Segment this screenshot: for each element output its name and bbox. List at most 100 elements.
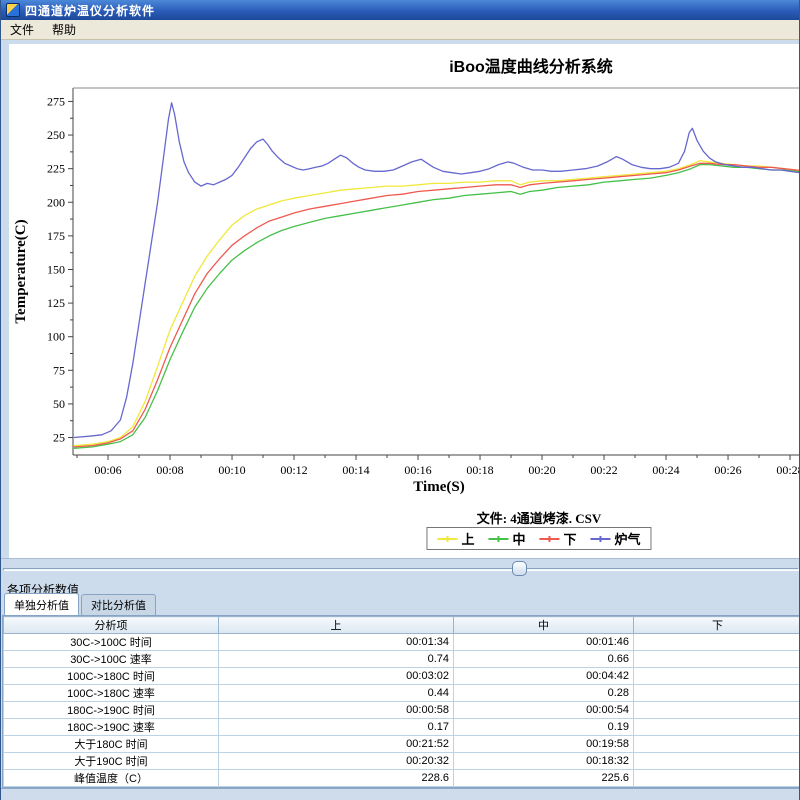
legend-line-swatch — [539, 535, 560, 542]
value-cell-top: 228.6 — [218, 769, 454, 787]
analysis-item-cell: 100C->180C 时间 — [3, 667, 219, 685]
value-cell-middle: 00:18:32 — [453, 752, 634, 770]
y-tick-label: 100 — [47, 330, 65, 344]
value-cell-middle: 0.19 — [453, 718, 634, 736]
y-tick-label: 200 — [47, 195, 65, 209]
legend-item-middle: 中 — [488, 529, 526, 548]
value-cell-middle: 0.66 — [453, 650, 634, 668]
x-tick-label: 00:24 — [652, 463, 679, 477]
menu-file[interactable]: 文件 — [1, 19, 43, 40]
slider-thumb[interactable] — [512, 561, 528, 576]
value-cell-bottom — [633, 752, 799, 770]
value-cell-bottom — [633, 735, 799, 753]
value-cell-middle: 00:19:58 — [453, 735, 634, 753]
analysis-item-cell: 100C->180C 速率 — [3, 684, 219, 702]
analysis-table-wrap: 分析项上中下 30C->100C 时间 00:01:34 00:01:46 30C->… — [2, 615, 799, 788]
value-cell-middle: 225.6 — [453, 769, 634, 787]
table-row[interactable]: 30C->100C 时间 00:01:34 00:01:46 — [3, 633, 799, 651]
table-row[interactable]: 180C->190C 速率 0.17 0.19 — [3, 718, 799, 736]
value-cell-top: 00:21:52 — [218, 735, 454, 753]
analysis-item-cell: 30C->100C 时间 — [3, 633, 219, 651]
x-tick-label: 00:10 — [218, 463, 245, 477]
y-tick-label: 75 — [53, 363, 65, 377]
value-cell-middle: 00:04:42 — [453, 667, 634, 685]
tab-individual-analysis[interactable]: 单独分析值 — [4, 593, 79, 615]
table-row[interactable]: 100C->180C 时间 00:03:02 00:04:42 — [3, 667, 799, 685]
x-tick-label: 00:28 — [776, 463, 800, 477]
legend-label: 炉气 — [614, 532, 641, 547]
x-tick-label: 00:08 — [156, 463, 183, 477]
value-cell-bottom — [633, 701, 799, 719]
chart-panel: iBoo温度曲线分析系统 25 50 75 100 125 150 175 200 225 250 2… — [9, 44, 800, 558]
y-tick-label: 225 — [47, 162, 65, 176]
x-tick-label: 00:06 — [94, 463, 121, 477]
time-slider — [1, 558, 799, 579]
y-axis-title: Temperature(C) — [13, 219, 29, 323]
table-row[interactable]: 30C->100C 速率 0.74 0.66 — [3, 650, 799, 668]
value-cell-top: 0.74 — [218, 650, 454, 668]
x-axis-title: Time(S) — [413, 479, 464, 495]
legend-item-top: 上 — [437, 529, 474, 548]
x-tick-label: 00:12 — [280, 463, 307, 477]
analysis-item-cell: 30C->100C 速率 — [3, 650, 219, 668]
legend-line-swatch — [437, 535, 458, 542]
column-header-analysis-item: 分析项 — [3, 616, 219, 634]
table-row[interactable]: 大于180C 时间 00:21:52 00:19:58 — [3, 735, 799, 753]
analysis-item-cell: 180C->190C 速率 — [3, 718, 219, 736]
table-row[interactable]: 100C->180C 速率 0.44 0.28 — [3, 684, 799, 702]
tab-compare-analysis[interactable]: 对比分析值 — [81, 594, 156, 615]
menu-help[interactable]: 帮助 — [43, 19, 85, 40]
app-icon — [6, 3, 20, 17]
column-header-bottom: 下 — [633, 616, 799, 634]
app-window: 四通道炉温仪分析软件 文件 帮助 iBoo温度曲线分析系统 25 50 75 100 12… — [0, 0, 800, 800]
series-line-3 — [73, 102, 799, 439]
value-cell-bottom — [633, 684, 799, 702]
value-cell-bottom — [633, 650, 799, 668]
y-tick-label: 125 — [47, 296, 65, 310]
column-header-top: 上 — [218, 616, 454, 634]
analysis-item-cell: 峰值温度（C） — [3, 769, 219, 787]
table-row[interactable]: 峰值温度（C） 228.6 225.6 — [3, 769, 799, 787]
analysis-item-cell: 大于190C 时间 — [3, 752, 219, 770]
value-cell-middle: 00:01:46 — [453, 633, 634, 651]
value-cell-top: 0.17 — [218, 718, 454, 736]
chart-file-label: 文件: 4通道烤漆. CSV — [476, 511, 602, 526]
titlebar[interactable]: 四通道炉温仪分析软件 — [1, 0, 799, 20]
value-cell-middle: 00:00:54 — [453, 701, 634, 719]
value-cell-top: 0.44 — [218, 684, 454, 702]
x-tick-label: 00:14 — [342, 463, 369, 477]
value-cell-top: 00:01:34 — [218, 633, 454, 651]
legend-label: 上 — [461, 532, 475, 547]
value-cell-top: 00:03:02 — [218, 667, 454, 685]
legend-line-swatch — [590, 535, 611, 542]
menubar: 文件 帮助 — [1, 20, 799, 40]
x-tick-label: 00:26 — [714, 463, 741, 477]
y-tick-label: 50 — [53, 397, 65, 411]
value-cell-bottom — [633, 667, 799, 685]
y-tick-label: 175 — [47, 229, 65, 243]
value-cell-bottom — [633, 633, 799, 651]
table-header-row: 分析项上中下 — [3, 616, 799, 634]
temperature-chart: iBoo温度曲线分析系统 25 50 75 100 125 150 175 200 225 250 2… — [13, 57, 800, 495]
table-row[interactable]: 大于190C 时间 00:20:32 00:18:32 — [3, 752, 799, 770]
y-tick-label: 150 — [47, 262, 65, 276]
value-cell-top: 00:20:32 — [218, 752, 454, 770]
legend-label: 中 — [512, 532, 526, 547]
y-tick-label: 275 — [47, 94, 65, 108]
table-row[interactable]: 180C->190C 时间 00:00:58 00:00:54 — [3, 701, 799, 719]
chart-title: iBoo温度曲线分析系统 — [449, 57, 613, 76]
analysis-item-cell: 180C->190C 时间 — [3, 701, 219, 719]
window-title: 四通道炉温仪分析软件 — [25, 3, 156, 18]
value-cell-middle: 0.28 — [453, 684, 634, 702]
x-tick-label: 00:22 — [590, 463, 617, 477]
legend-line-swatch — [488, 535, 509, 542]
x-tick-label: 00:16 — [404, 463, 431, 477]
column-header-middle: 中 — [453, 616, 634, 634]
y-tick-label: 25 — [53, 431, 65, 445]
y-tick-label: 250 — [47, 128, 65, 142]
slider-track[interactable] — [3, 568, 799, 571]
analysis-tabs: 单独分析值 对比分析值 — [4, 593, 158, 615]
analysis-table: 分析项上中下 30C->100C 时间 00:01:34 00:01:46 30C->… — [3, 616, 799, 787]
legend-item-bottom: 下 — [539, 529, 577, 548]
analysis-item-cell: 大于180C 时间 — [3, 735, 219, 753]
